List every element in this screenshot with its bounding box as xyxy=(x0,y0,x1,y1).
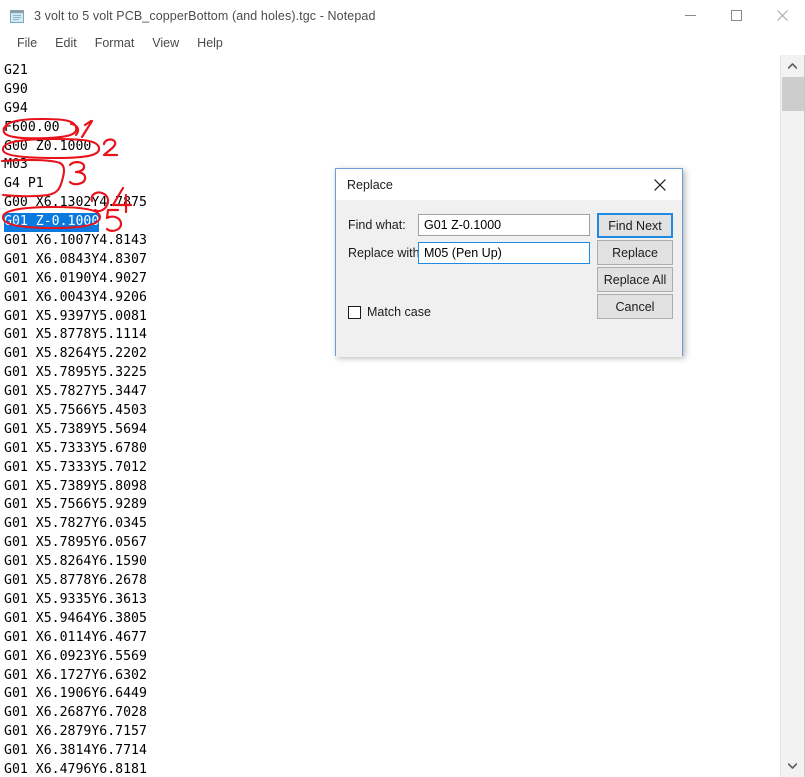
gcode-line[interactable]: G01 X5.7566Y5.4503 xyxy=(4,402,147,421)
gcode-line[interactable]: G01 X5.9335Y6.3613 xyxy=(4,591,147,610)
minimize-button[interactable] xyxy=(667,0,713,31)
menu-item-view[interactable]: View xyxy=(143,34,188,53)
find-what-input[interactable] xyxy=(418,214,590,236)
match-case-checkbox-wrap[interactable]: Match case xyxy=(348,305,431,319)
gcode-line[interactable]: G01 X6.1007Y4.8143 xyxy=(4,232,147,251)
notepad-icon xyxy=(9,8,25,24)
dialog-titlebar[interactable]: Replace xyxy=(336,169,682,200)
gcode-line[interactable]: G01 X5.9464Y6.3805 xyxy=(4,610,147,629)
gcode-line[interactable]: G01 X6.1906Y6.6449 xyxy=(4,685,147,704)
cancel-button[interactable]: Cancel xyxy=(597,294,673,319)
window-title: 3 volt to 5 volt PCB_copperBottom (and h… xyxy=(34,8,376,23)
notepad-window: 3 volt to 5 volt PCB_copperBottom (and h… xyxy=(0,0,805,777)
gcode-line[interactable]: G01 X5.7895Y5.3225 xyxy=(4,364,147,383)
maximize-button[interactable] xyxy=(713,0,759,31)
scroll-down-arrow-icon[interactable] xyxy=(781,755,804,777)
gcode-line[interactable]: G4 P1 xyxy=(4,175,147,194)
replace-dialog: Replace Find what: Replace with: Match c… xyxy=(335,168,683,357)
gcode-line[interactable]: G01 X5.7566Y5.9289 xyxy=(4,496,147,515)
vertical-scrollbar[interactable] xyxy=(780,55,804,777)
gcode-line[interactable]: G01 X5.7333Y5.7012 xyxy=(4,459,147,478)
gcode-line[interactable]: G01 X6.0923Y6.5569 xyxy=(4,648,147,667)
gcode-line[interactable]: G01 X5.7827Y5.3447 xyxy=(4,383,147,402)
gcode-line[interactable]: G01 X6.4796Y6.8181 xyxy=(4,761,147,777)
gcode-line[interactable]: G01 X5.8778Y5.1114 xyxy=(4,326,147,345)
replace-with-input[interactable] xyxy=(418,242,590,264)
gcode-line[interactable]: G01 X6.2687Y6.7028 xyxy=(4,704,147,723)
gcode-line[interactable]: G01 X6.2879Y6.7157 xyxy=(4,723,147,742)
gcode-line-selected[interactable]: G01 Z-0.1000 xyxy=(4,213,100,233)
gcode-line[interactable]: G01 X5.7389Y5.8098 xyxy=(4,478,147,497)
dialog-title: Replace xyxy=(347,177,393,192)
gcode-line[interactable]: G00 Z0.1000 xyxy=(4,138,147,157)
window-controls xyxy=(667,0,805,31)
gcode-line[interactable]: G01 X6.1727Y6.6302 xyxy=(4,667,147,686)
gcode-line[interactable]: G01 X6.3814Y6.7714 xyxy=(4,742,147,761)
menu-item-format[interactable]: Format xyxy=(86,34,144,53)
gcode-line[interactable]: G01 X6.0190Y4.9027 xyxy=(4,270,147,289)
replace-with-label: Replace with: xyxy=(348,246,424,260)
gcode-line[interactable]: M03 xyxy=(4,156,147,175)
scroll-up-arrow-icon[interactable] xyxy=(781,55,804,77)
gcode-line[interactable]: G00 X6.1302Y4.7875 xyxy=(4,194,147,213)
match-case-label: Match case xyxy=(367,305,431,319)
menu-item-help[interactable]: Help xyxy=(188,34,232,53)
gcode-line[interactable]: G01 X5.7389Y5.5694 xyxy=(4,421,147,440)
replace-all-button[interactable]: Replace All xyxy=(597,267,673,292)
gcode-line[interactable]: G01 X5.7827Y6.0345 xyxy=(4,515,147,534)
replace-button[interactable]: Replace xyxy=(597,240,673,265)
gcode-line[interactable]: G01 X6.0114Y6.4677 xyxy=(4,629,147,648)
match-case-checkbox[interactable] xyxy=(348,305,361,319)
close-button[interactable] xyxy=(759,0,805,31)
gcode-line[interactable]: G01 X5.8778Y6.2678 xyxy=(4,572,147,591)
gcode-line[interactable]: G01 X5.7333Y5.6780 xyxy=(4,440,147,459)
gcode-line[interactable]: G01 X5.8264Y6.1590 xyxy=(4,553,147,572)
find-next-button[interactable]: Find Next xyxy=(597,213,673,238)
menu-item-file[interactable]: File xyxy=(8,34,46,53)
text-editor-area[interactable]: G21 G90 G94 F600.00 G00 Z0.1000 M03 G4 P1 G00 X… xyxy=(0,55,781,777)
gcode-line[interactable]: G94 xyxy=(4,100,147,119)
gcode-line[interactable]: G90 xyxy=(4,81,147,100)
menu-bar: File Edit Format View Help xyxy=(0,31,805,55)
gcode-line[interactable]: G21 xyxy=(4,62,147,81)
gcode-line[interactable]: F600.00 xyxy=(4,119,147,138)
menu-item-edit[interactable]: Edit xyxy=(46,34,86,53)
gcode-line[interactable]: G01 X5.7895Y6.0567 xyxy=(4,534,147,553)
window-titlebar[interactable]: 3 volt to 5 volt PCB_copperBottom (and h… xyxy=(0,0,805,31)
dialog-body: Find what: Replace with: Match case Find… xyxy=(336,200,682,357)
gcode-line[interactable]: G01 X5.8264Y5.2202 xyxy=(4,345,147,364)
dialog-close-button[interactable] xyxy=(638,169,682,200)
scrollbar-thumb[interactable] xyxy=(782,77,804,111)
gcode-line[interactable]: G01 X5.9397Y5.0081 xyxy=(4,308,147,327)
gcode-text[interactable]: G21 G90 G94 F600.00 G00 Z0.1000 M03 G4 P1 G00 X… xyxy=(4,62,147,777)
gcode-line[interactable]: G01 Z-0.1000 xyxy=(4,213,147,233)
gcode-line[interactable]: G01 X6.0843Y4.8307 xyxy=(4,251,147,270)
gcode-line[interactable]: G01 X6.0043Y4.9206 xyxy=(4,289,147,308)
find-what-label: Find what: xyxy=(348,218,406,232)
